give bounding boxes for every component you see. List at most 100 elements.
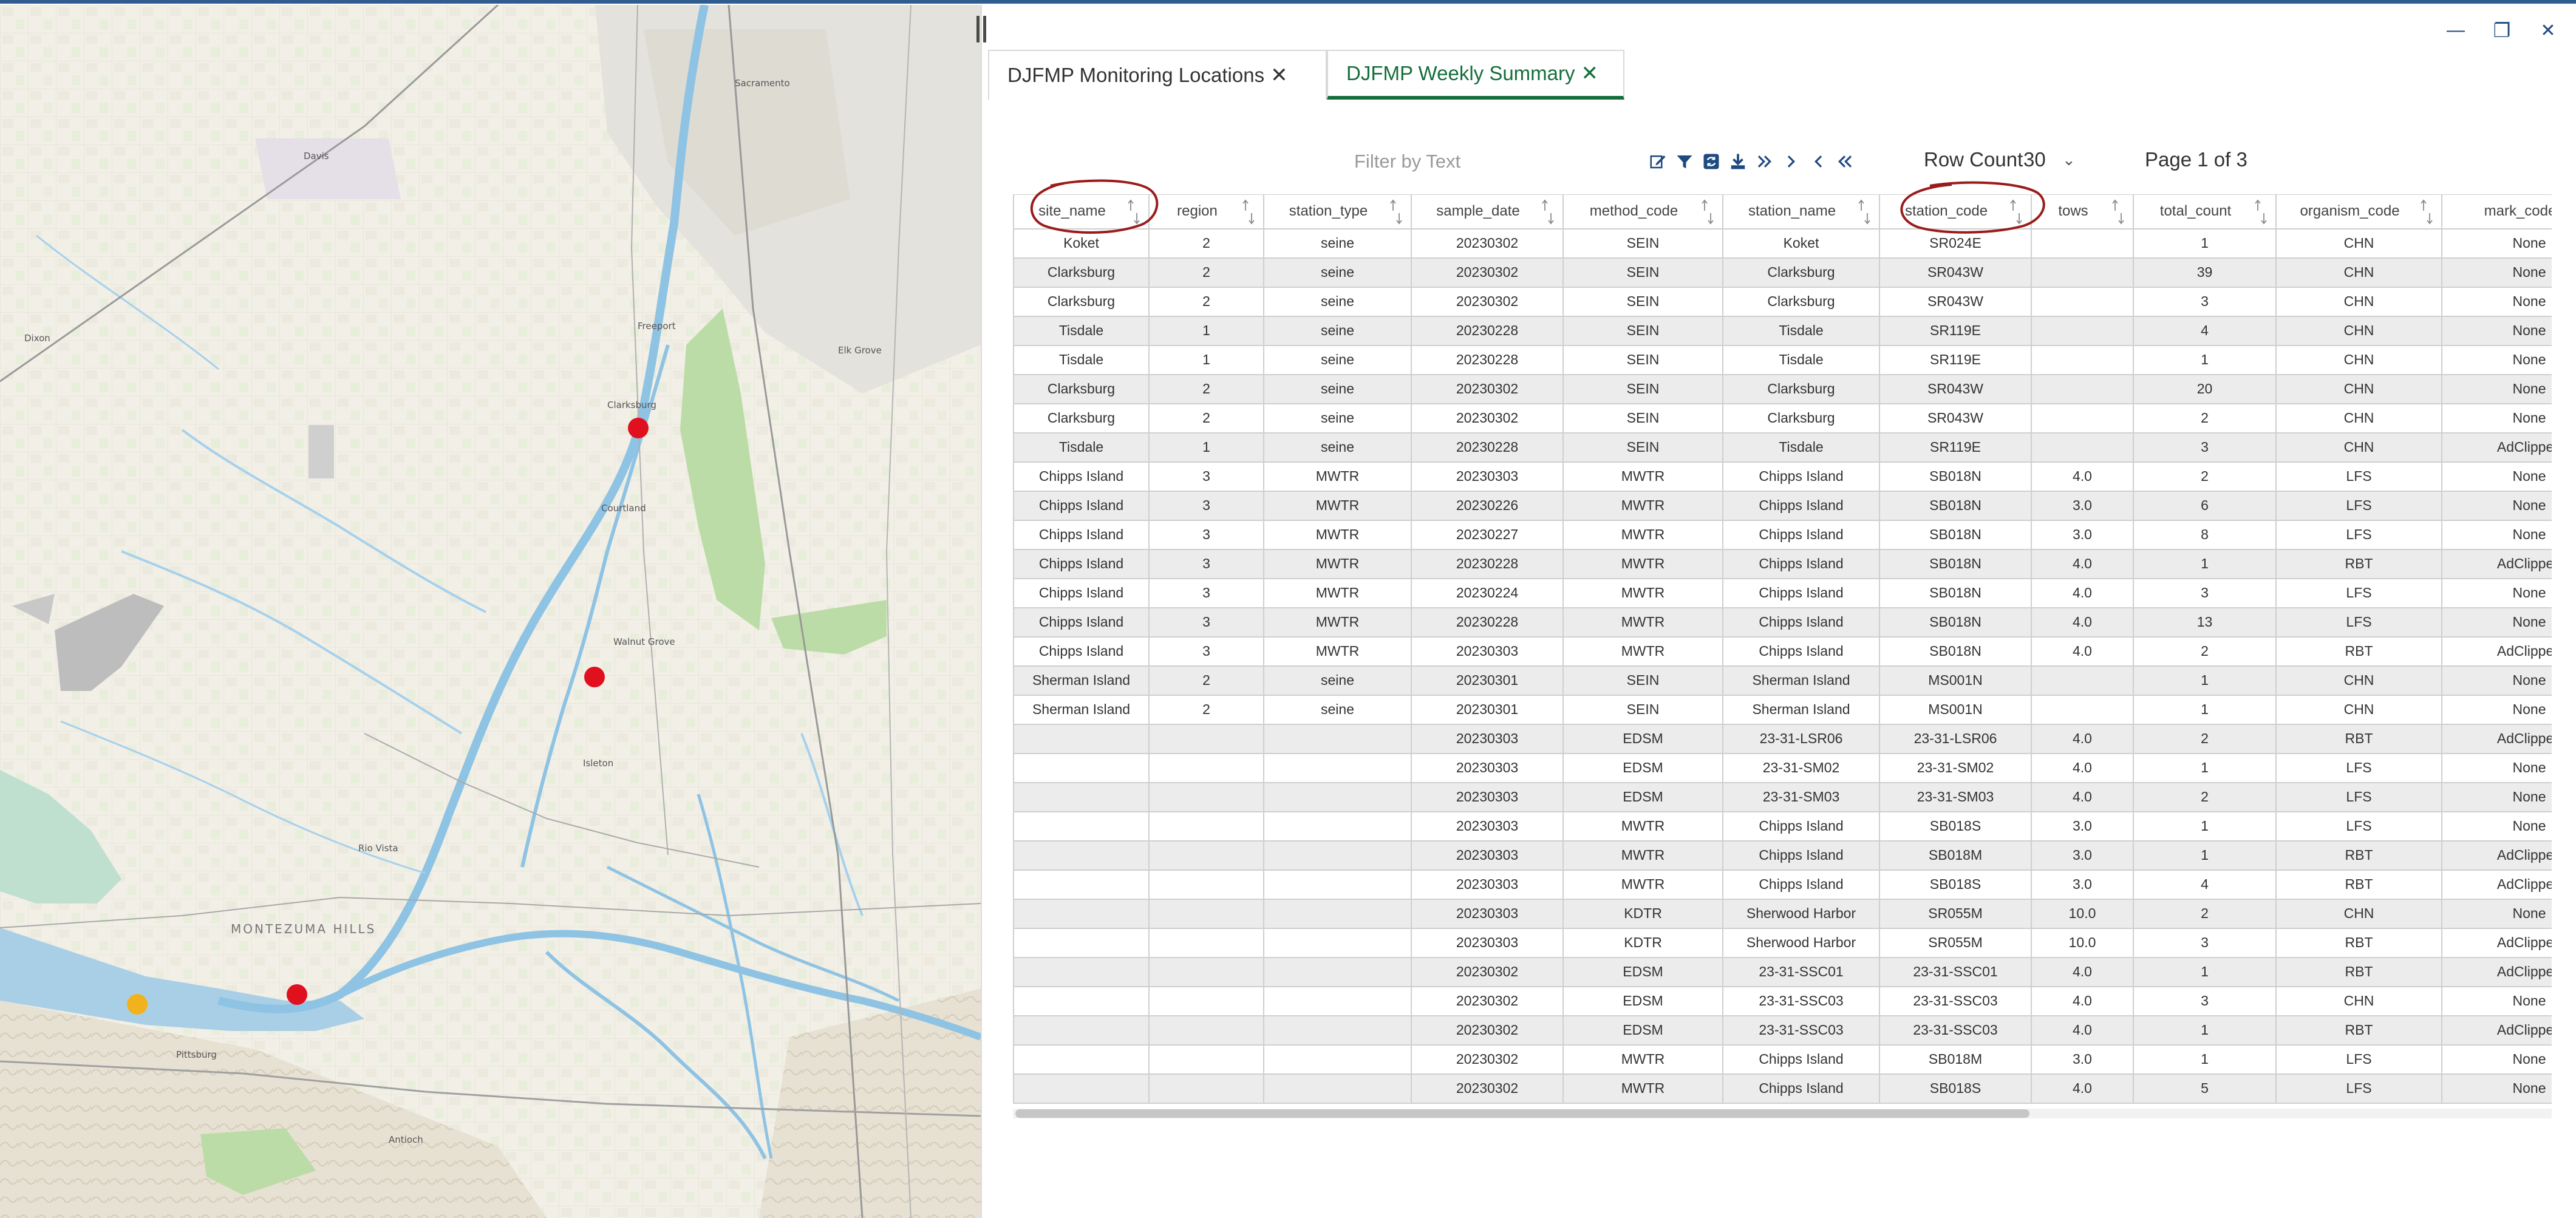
map-view[interactable]: Sacramento Davis Elk Grove Dixon Rio Vis… xyxy=(0,5,981,1218)
column-header-organism-code[interactable]: organism_code xyxy=(2275,194,2442,230)
column-header-mark-code[interactable]: mark_code xyxy=(2441,194,2552,230)
table-row[interactable]: Tisdale 1 seine 20230228 SEIN Tisdale SR119E 3 C… xyxy=(1013,432,2552,463)
map-point[interactable] xyxy=(287,984,307,1005)
map-point[interactable] xyxy=(127,994,148,1015)
column-header-total-count[interactable]: total_count xyxy=(2133,194,2277,230)
last-page-icon[interactable] xyxy=(1751,148,1778,175)
column-header-region[interactable]: region xyxy=(1148,194,1264,230)
table-row[interactable]: 20230303 KDTR Sherwood Harbor SR055M 10.0 2 CH… xyxy=(1013,898,2552,929)
table-row[interactable]: Clarksburg 2 seine 20230302 SEIN Clarksburg SR… xyxy=(1013,403,2552,434)
column-header-method-code[interactable]: method_code xyxy=(1562,194,1723,230)
sort-icon[interactable] xyxy=(2421,199,2433,225)
scrollbar-thumb[interactable] xyxy=(1015,1109,2029,1118)
cell-tows xyxy=(2031,373,2134,404)
table-row[interactable]: Chipps Island 3 MWTR 20230227 MWTR Chipps Isl… xyxy=(1013,519,2552,550)
tab-label: DJFMP Weekly Summary xyxy=(1346,62,1575,84)
table-row[interactable]: 20230303 MWTR Chipps Island SB018S 3.0 1 LFS No… xyxy=(1013,811,2552,842)
table-row[interactable]: Sherman Island 2 seine 20230301 SEIN Sherman … xyxy=(1013,665,2552,696)
column-header-station-type[interactable]: station_type xyxy=(1263,194,1412,230)
table-row[interactable]: 20230303 MWTR Chipps Island SB018S 3.0 4 RBT Ad… xyxy=(1013,869,2552,900)
cell-sample-date: 20230227 xyxy=(1411,519,1564,550)
table-row[interactable]: 20230303 EDSM 23-31-SM02 23-31-SM02 4.0 1 LFS N… xyxy=(1013,752,2552,783)
sort-icon[interactable] xyxy=(2010,199,2022,225)
cell-station-code: SB018N xyxy=(1879,519,2032,550)
filter-input[interactable] xyxy=(1354,143,1561,180)
map-label: Antioch xyxy=(389,1134,423,1145)
table-row[interactable]: Chipps Island 3 MWTR 20230226 MWTR Chipps Isl… xyxy=(1013,490,2552,521)
cell-station-code: SR043W xyxy=(1879,403,2032,434)
cell-mark-code: None xyxy=(2441,373,2552,404)
sort-icon[interactable] xyxy=(1390,199,1402,225)
cell-method-code: EDSM xyxy=(1562,723,1723,754)
edit-icon[interactable] xyxy=(1644,148,1671,175)
table-row[interactable]: 20230302 EDSM 23-31-SSC03 23-31-SSC03 4.0 1 RB… xyxy=(1013,1015,2552,1046)
close-icon[interactable]: ✕ xyxy=(1581,61,1599,86)
table-row[interactable]: Chipps Island 3 MWTR 20230303 MWTR Chipps Isl… xyxy=(1013,461,2552,492)
table-row[interactable]: 20230302 EDSM 23-31-SSC03 23-31-SSC03 4.0 3 CH… xyxy=(1013,985,2552,1016)
table-row[interactable]: Clarksburg 2 seine 20230302 SEIN Clarksburg SR… xyxy=(1013,286,2552,317)
download-icon[interactable] xyxy=(1725,148,1751,175)
table-row[interactable]: Chipps Island 3 MWTR 20230228 MWTR Chipps Isl… xyxy=(1013,548,2552,579)
sort-icon[interactable] xyxy=(1702,199,1714,225)
table-row[interactable]: 20230302 MWTR Chipps Island SB018S 4.0 5 LFS No… xyxy=(1013,1073,2552,1104)
cell-organism-code: RBT xyxy=(2275,636,2442,667)
column-header-tows[interactable]: tows xyxy=(2031,194,2134,230)
sort-icon[interactable] xyxy=(2255,199,2267,225)
table-row[interactable]: Sherman Island 2 seine 20230301 SEIN Sherman … xyxy=(1013,694,2552,725)
table-row[interactable]: 20230303 EDSM 23-31-LSR06 23-31-LSR06 4.0 2 RB… xyxy=(1013,723,2552,754)
cell-region xyxy=(1148,956,1264,987)
cell-station-type xyxy=(1263,781,1412,812)
table-row[interactable]: Clarksburg 2 seine 20230302 SEIN Clarksburg SR… xyxy=(1013,373,2552,404)
cell-site-name xyxy=(1013,1015,1150,1046)
map-point[interactable] xyxy=(628,418,649,438)
table-row[interactable]: Clarksburg 2 seine 20230302 SEIN Clarksburg SR… xyxy=(1013,257,2552,288)
cell-station-type: seine xyxy=(1263,257,1412,288)
sort-icon[interactable] xyxy=(2112,199,2124,225)
column-header-station-code[interactable]: station_code xyxy=(1879,194,2032,230)
table-row[interactable]: Chipps Island 3 MWTR 20230224 MWTR Chipps Isl… xyxy=(1013,577,2552,608)
sort-icon[interactable] xyxy=(1242,199,1255,225)
cell-organism-code: RBT xyxy=(2275,723,2442,754)
table-row[interactable]: 20230303 MWTR Chipps Island SB018M 3.0 1 RBT Ad… xyxy=(1013,840,2552,871)
map-point[interactable] xyxy=(584,667,605,687)
cell-mark-code: AdClipped xyxy=(2441,956,2552,987)
previous-page-icon[interactable] xyxy=(1805,148,1831,175)
table-row[interactable]: Chipps Island 3 MWTR 20230303 MWTR Chipps Isl… xyxy=(1013,636,2552,667)
tab-weekly-summary[interactable]: DJFMP Weekly Summary ✕ xyxy=(1327,50,1624,100)
column-header-sample-date[interactable]: sample_date xyxy=(1411,194,1564,230)
refresh-icon[interactable] xyxy=(1698,148,1725,175)
tab-monitoring-locations[interactable]: DJFMP Monitoring Locations ✕ xyxy=(988,50,1327,100)
cell-sample-date: 20230303 xyxy=(1411,461,1564,492)
sort-icon[interactable] xyxy=(1128,199,1140,225)
filter-icon[interactable] xyxy=(1671,148,1698,175)
close-window-button[interactable]: ✕ xyxy=(2536,18,2560,43)
cell-mark-code: AdClipped xyxy=(2441,927,2552,958)
sort-icon[interactable] xyxy=(1858,199,1870,225)
table-row[interactable]: Tisdale 1 seine 20230228 SEIN Tisdale SR119E 1 C… xyxy=(1013,344,2552,375)
table-row[interactable]: Tisdale 1 seine 20230228 SEIN Tisdale SR119E 4 C… xyxy=(1013,315,2552,346)
splitter-grip-icon[interactable] xyxy=(975,16,988,43)
basemap[interactable] xyxy=(0,5,981,1218)
sort-icon[interactable] xyxy=(1542,199,1554,225)
cell-station-name: 23-31-SSC03 xyxy=(1722,985,1880,1016)
next-page-icon[interactable] xyxy=(1778,148,1805,175)
row-count-select[interactable]: 30 xyxy=(2023,148,2046,171)
cell-tows: 3.0 xyxy=(2031,811,2134,842)
column-header-station-name[interactable]: station_name xyxy=(1722,194,1880,230)
close-icon[interactable]: ✕ xyxy=(1270,63,1288,87)
table-row[interactable]: Koket 2 seine 20230302 SEIN Koket SR024E 1 CHN No… xyxy=(1013,228,2552,259)
table-row[interactable]: 20230303 KDTR Sherwood Harbor SR055M 10.0 3 RB… xyxy=(1013,927,2552,958)
chevron-down-icon[interactable]: ⌄ xyxy=(2062,151,2076,169)
cell-station-name: Chipps Island xyxy=(1722,636,1880,667)
first-page-icon[interactable] xyxy=(1831,148,1858,175)
panel-splitter[interactable] xyxy=(981,5,992,1218)
table-row[interactable]: 20230303 EDSM 23-31-SM03 23-31-SM03 4.0 2 LFS N… xyxy=(1013,781,2552,812)
maximize-button[interactable]: ❐ xyxy=(2490,18,2514,43)
table-row[interactable]: 20230302 EDSM 23-31-SSC01 23-31-SSC01 4.0 1 RB… xyxy=(1013,956,2552,987)
table-row[interactable]: 20230302 MWTR Chipps Island SB018M 3.0 1 LFS No… xyxy=(1013,1044,2552,1075)
minimize-button[interactable]: — xyxy=(2444,18,2468,43)
table-row[interactable]: Chipps Island 3 MWTR 20230228 MWTR Chipps Isl… xyxy=(1013,607,2552,638)
cell-station-type: MWTR xyxy=(1263,636,1412,667)
column-header-site-name[interactable]: site_name xyxy=(1013,194,1150,230)
data-table-container[interactable]: site_name region station_type sample_date me… xyxy=(1013,194,2552,1111)
